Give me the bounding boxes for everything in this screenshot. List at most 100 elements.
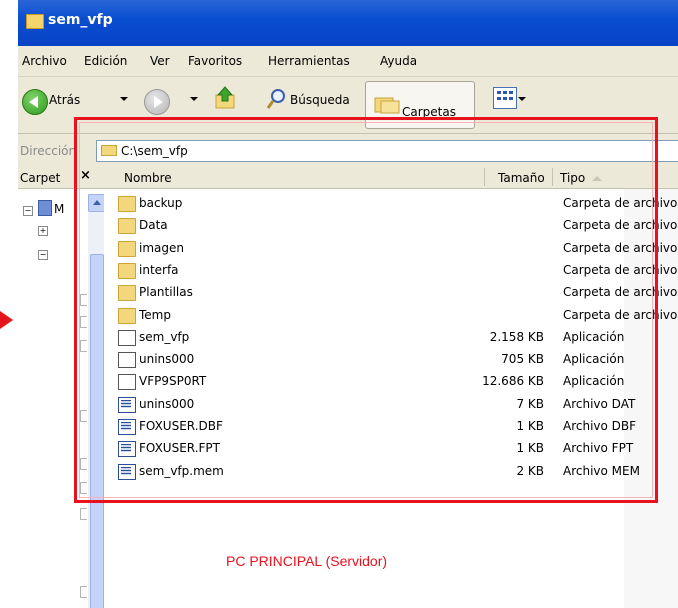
table-row[interactable]: backup Carpeta de archivos [104,192,678,214]
folders-pane-title: Carpet [20,171,61,185]
file-type: Aplicación [563,352,625,367]
tree-node-icon [80,508,87,520]
back-button-label[interactable]: Atrás [49,93,80,107]
scrollbar-thumb[interactable] [90,254,104,608]
folder-icon [118,240,136,257]
tree-item-label[interactable]: M [54,202,64,216]
address-value: C:\sem_vfp [121,144,188,158]
file-name: imagen [139,240,184,255]
file-type: Carpeta de archivos [563,196,678,210]
file-type: Carpeta de archivos [563,285,678,300]
column-type[interactable]: Tipo [560,171,585,185]
search-button-label[interactable]: Búsqueda [290,93,350,107]
folders-icon [374,97,400,114]
column-name[interactable]: Nombre [124,171,172,185]
file-type: Archivo DAT [563,396,636,411]
table-row[interactable]: Plantillas Carpeta de archivos [104,281,678,303]
file-name: backup [139,196,183,210]
folders-button-label: Carpetas [402,105,456,119]
folder-up-icon[interactable] [214,85,236,109]
folder-icon [26,14,44,29]
table-row[interactable]: Data Carpeta de archivos [104,214,678,236]
folder-icon [118,196,136,212]
file-type: Carpeta de archivos [563,240,678,255]
red-pointer-arrow [0,311,13,329]
tree-node-icon [80,586,87,598]
table-row[interactable]: imagen Carpeta de archivos [104,237,678,259]
search-icon[interactable] [266,87,286,111]
file-type: Archivo MEM [563,463,640,478]
file-name: Temp [139,307,171,322]
file-type: Aplicación [563,329,625,344]
menu-bar: Archivo Edición Ver Favoritos Herramient… [18,46,678,77]
toolbar: Atrás Búsqueda Carpetas [18,77,678,134]
table-row[interactable]: VFP9SP0RT 12.686 KB Aplicación [104,370,678,392]
file-type: Archivo FPT [563,441,634,456]
table-row[interactable]: unins000 705 KB Aplicación [104,348,678,370]
menu-herramientas[interactable]: Herramientas [268,54,350,68]
back-dropdown-icon[interactable] [120,97,128,101]
menu-edicion[interactable]: Edición [84,54,127,68]
folders-pane: Carpet × − M + − [18,166,106,608]
file-name: Plantillas [139,285,193,300]
menu-archivo[interactable]: Archivo [22,54,67,68]
sort-ascending-icon [592,176,602,181]
views-icon[interactable] [493,87,517,109]
folder-icon [118,307,136,324]
title-bar[interactable]: sem_vfp [18,0,678,46]
file-name: Data [139,218,168,233]
close-icon[interactable]: × [80,168,91,183]
collapse-icon[interactable]: − [23,206,33,216]
file-name: interfa [139,262,179,277]
file-type: Carpeta de archivos [563,262,678,277]
tree-node-icon [80,410,87,422]
tree-node-icon [80,458,87,470]
folders-pane-header: Carpet × [18,166,104,189]
file-size: 2 KB [516,463,544,478]
file-size: 705 KB [501,352,544,367]
tree-node-icon [80,482,87,494]
file-type: Carpeta de archivos [563,307,678,322]
tree-node-icon [80,294,87,306]
folder-icon [118,262,136,279]
file-size: 1 KB [516,419,544,433]
back-icon[interactable] [22,89,48,115]
explorer-window: sem_vfp Archivo Edición Ver Favoritos He… [18,0,678,608]
table-row[interactable]: sem_vfp.mem 2 KB Archivo MEM [104,460,678,482]
table-row[interactable]: sem_vfp 2.158 KB Aplicación [104,326,678,348]
file-type: Archivo DBF [563,419,637,433]
forward-icon[interactable] [144,89,170,115]
tree-node-icon [80,316,87,328]
table-row[interactable]: FOXUSER.DBF 1 KB Archivo DBF [104,415,678,437]
table-row[interactable]: FOXUSER.FPT 1 KB Archivo FPT [104,437,678,459]
column-size[interactable]: Tamaño [498,171,545,185]
menu-ayuda[interactable]: Ayuda [380,54,417,68]
file-size: 1 KB [516,441,544,456]
file-size: 2.158 KB [489,329,544,344]
window-title: sem_vfp [48,12,113,28]
folders-button[interactable]: Carpetas [365,81,475,129]
forward-dropdown-icon[interactable] [190,97,198,101]
address-input[interactable]: C:\sem_vfp [96,140,678,162]
address-label: Dirección [20,144,77,158]
file-size: 7 KB [516,396,544,411]
menu-favoritos[interactable]: Favoritos [188,54,242,68]
views-dropdown-icon[interactable] [518,97,526,101]
file-size: 12.686 KB [482,374,544,389]
folder-icon [101,145,117,156]
folder-icon [118,285,136,302]
tree-node-icon [80,340,87,352]
address-bar: Dirección C:\sem_vfp [18,134,678,164]
table-row[interactable]: unins000 7 KB Archivo DAT [104,393,678,415]
collapse-icon[interactable]: − [38,250,48,260]
folder-icon [118,218,136,235]
expand-icon[interactable]: + [38,226,48,236]
menu-ver[interactable]: Ver [150,54,170,68]
my-computer-icon[interactable] [38,200,52,216]
file-type: Aplicación [563,374,625,389]
table-row[interactable]: Temp Carpeta de archivos [104,304,678,326]
file-list: Nombre Tamaño Tipo backup Carpeta de arch… [104,166,678,608]
table-row[interactable]: interfa Carpeta de archivos [104,259,678,281]
file-type: Carpeta de archivos [563,218,678,233]
annotation-caption: PC PRINCIPAL (Servidor) [226,553,388,569]
